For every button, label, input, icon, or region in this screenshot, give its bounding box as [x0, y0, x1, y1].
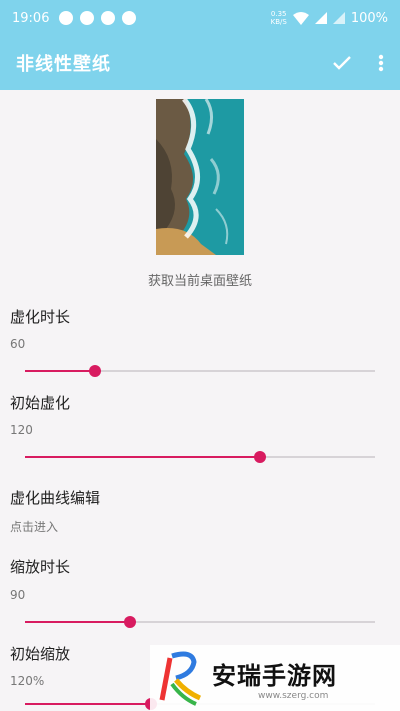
- status-bar: 19:06 0.35 KB/S 100%: [0, 0, 400, 36]
- battery-level: 100%: [350, 10, 388, 26]
- slider-thumb[interactable]: [89, 365, 101, 377]
- initial-blur-value: 120: [10, 423, 33, 437]
- zoom-duration-slider[interactable]: [25, 615, 375, 629]
- blur-duration-slider[interactable]: [25, 364, 375, 378]
- status-time: 19:06: [12, 10, 50, 26]
- slider-thumb[interactable]: [253, 451, 266, 463]
- blur-duration-title: 虚化时长: [10, 308, 71, 326]
- blur-curve-edit-title[interactable]: 虚化曲线编辑: [10, 487, 100, 508]
- slider-thumb[interactable]: [124, 616, 136, 628]
- brand-logo-icon: [159, 651, 202, 706]
- notification-icon: [59, 11, 74, 25]
- zoom-duration-title: 缩放时长: [10, 558, 71, 576]
- qq-icon: [101, 11, 116, 25]
- notification-icon: [80, 11, 95, 25]
- app-bar: 非线性壁纸: [0, 36, 400, 90]
- watermark: 安瑞手游网 www.szerg.com: [150, 645, 400, 711]
- wallpaper-preview[interactable]: [156, 99, 244, 255]
- signal-icon: [314, 12, 327, 24]
- more-vertical-icon[interactable]: [378, 54, 384, 72]
- network-speed: 0.35 KB/S: [270, 10, 287, 26]
- initial-blur-slider[interactable]: [25, 450, 375, 464]
- signal-icon: [332, 12, 345, 24]
- check-icon[interactable]: [332, 55, 352, 71]
- initial-zoom-title: 初始缩放: [10, 645, 71, 663]
- watermark-url: www.szerg.com: [258, 690, 329, 701]
- page-title: 非线性壁纸: [16, 54, 111, 75]
- wallpaper-image: [156, 99, 244, 255]
- watermark-name: 安瑞手游网: [212, 661, 337, 690]
- blur-curve-edit-hint[interactable]: 点击进入: [10, 518, 58, 535]
- wifi-icon: [292, 11, 309, 25]
- zoom-duration-value: 90: [10, 588, 26, 602]
- initial-zoom-value: 120%: [10, 674, 45, 688]
- initial-blur-title: 初始虚化: [10, 394, 71, 412]
- get-wallpaper-button[interactable]: 获取当前桌面壁纸: [0, 270, 400, 289]
- notification-icon: [122, 11, 137, 25]
- blur-duration-value: 60: [10, 337, 26, 351]
